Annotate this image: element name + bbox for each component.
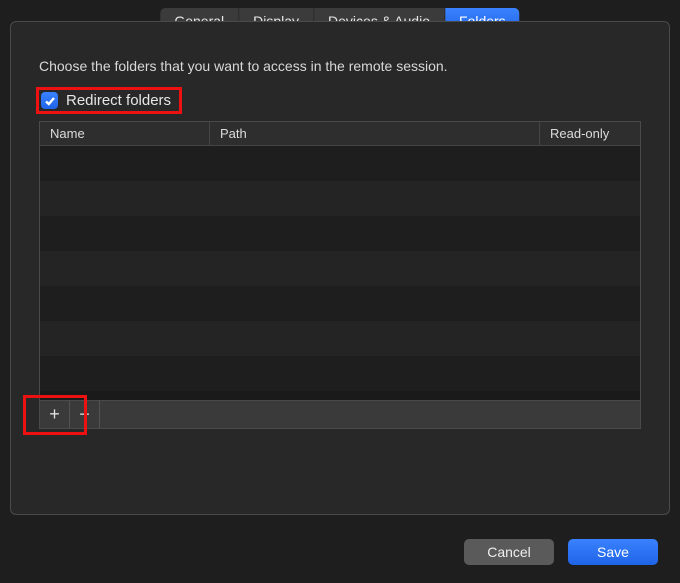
table-row[interactable] bbox=[40, 286, 640, 321]
table-row[interactable] bbox=[40, 321, 640, 356]
table-header: Name Path Read-only bbox=[40, 122, 640, 146]
folders-table: Name Path Read-only + − bbox=[39, 121, 641, 429]
save-button[interactable]: Save bbox=[568, 539, 658, 565]
preferences-window: General Display Devices & Audio Folders … bbox=[10, 0, 670, 583]
table-body[interactable] bbox=[40, 146, 640, 400]
dialog-buttons: Cancel Save bbox=[464, 539, 658, 565]
table-row[interactable] bbox=[40, 216, 640, 251]
panel-description: Choose the folders that you want to acce… bbox=[39, 58, 641, 74]
footer-spacer bbox=[100, 401, 640, 428]
folders-panel: Choose the folders that you want to acce… bbox=[10, 21, 670, 515]
column-name[interactable]: Name bbox=[40, 122, 210, 145]
table-row[interactable] bbox=[40, 251, 640, 286]
redirect-folders-checkbox[interactable] bbox=[41, 92, 58, 109]
table-footer: + − bbox=[40, 400, 640, 428]
table-row[interactable] bbox=[40, 356, 640, 391]
table-row[interactable] bbox=[40, 146, 640, 181]
minus-icon: − bbox=[79, 404, 90, 425]
table-row[interactable] bbox=[40, 181, 640, 216]
column-path[interactable]: Path bbox=[210, 122, 540, 145]
redirect-folders-row[interactable]: Redirect folders bbox=[39, 90, 179, 111]
column-readonly[interactable]: Read-only bbox=[540, 122, 640, 145]
redirect-folders-label: Redirect folders bbox=[66, 92, 171, 109]
add-folder-button[interactable]: + bbox=[40, 401, 70, 428]
remove-folder-button[interactable]: − bbox=[70, 401, 100, 428]
cancel-button[interactable]: Cancel bbox=[464, 539, 554, 565]
plus-icon: + bbox=[49, 404, 60, 425]
